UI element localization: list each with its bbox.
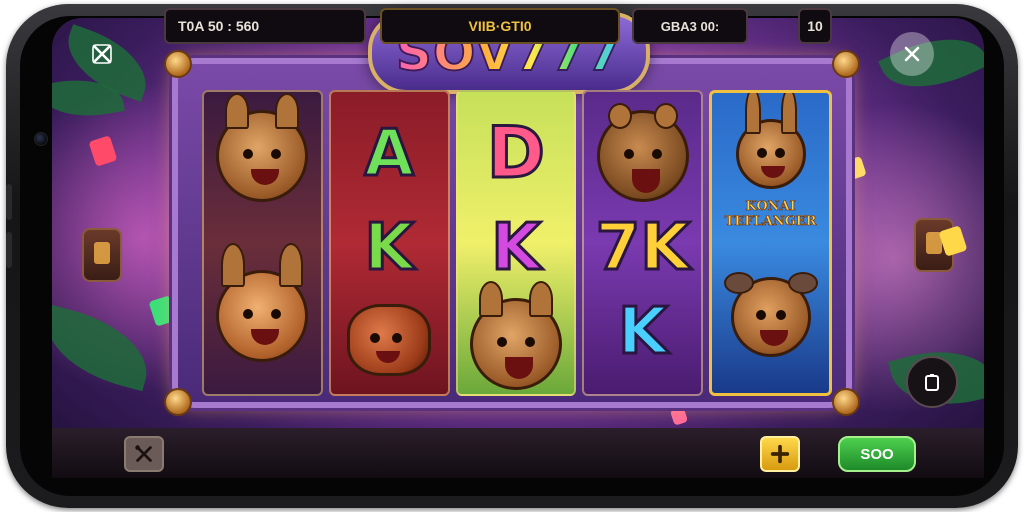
- frame-ornament: [164, 388, 192, 416]
- symbol-hamster-warrior: [216, 93, 309, 202]
- settings-tools-icon[interactable]: [124, 436, 164, 472]
- spin-button[interactable]: SOO: [838, 436, 916, 472]
- banner-line-2: TEFLANGER: [724, 214, 817, 230]
- plus-bet-button[interactable]: [760, 436, 800, 472]
- reel-1: [202, 90, 323, 396]
- volume-up-button: [6, 184, 12, 220]
- reel-5: KONAI TEFLANGER: [709, 90, 832, 396]
- symbol-letter: K: [616, 295, 669, 369]
- symbol-roaring-cat: [469, 281, 562, 390]
- volume-down-button: [6, 232, 12, 268]
- exit-icon[interactable]: [890, 32, 934, 76]
- win-display: VIIB·GTI0: [380, 8, 620, 44]
- frame-ornament: [832, 50, 860, 78]
- symbol-fox-warrior: [216, 243, 309, 362]
- balance-text: T0A 50 : 560: [178, 18, 260, 34]
- symbol-roaring-bear: [596, 103, 689, 202]
- bet-value-display: 10: [798, 8, 832, 44]
- bet-display: GBA3 00:: [632, 8, 748, 44]
- front-camera: [34, 132, 48, 146]
- frame-ornament: [164, 50, 192, 78]
- floating-gem: [669, 406, 689, 426]
- lantern-left: [82, 228, 122, 282]
- bet-value: 10: [807, 18, 823, 34]
- bet-text: GBA3 00:: [660, 18, 720, 34]
- symbol-letter: D: [485, 112, 546, 194]
- reel-2: A K: [328, 90, 450, 396]
- close-icon[interactable]: [80, 32, 124, 76]
- symbol-banner: KONAI TEFLANGER: [717, 199, 825, 230]
- reel-grid: A K D K 7K K KONAI TEFLANGER: [202, 90, 832, 396]
- banner-line-1: KONAI: [745, 199, 796, 215]
- reel-3: D K: [455, 90, 577, 396]
- symbol-rabbit-knight: [735, 93, 806, 189]
- win-text: VIIB·GTI0: [468, 18, 532, 34]
- symbol-letter: 7K: [594, 211, 691, 285]
- symbol-letter: K: [490, 211, 543, 285]
- symbol-letter: K: [363, 211, 416, 285]
- symbol-rolling-pig: [347, 304, 432, 376]
- autoplay-icon[interactable]: [906, 356, 958, 408]
- reel-4: 7K K: [582, 90, 704, 396]
- frame-ornament: [832, 388, 860, 416]
- symbol-ram-horned-warrior: [723, 272, 818, 357]
- balance-display: T0A 50 : 560: [164, 8, 366, 44]
- symbol-letter: A: [363, 117, 416, 191]
